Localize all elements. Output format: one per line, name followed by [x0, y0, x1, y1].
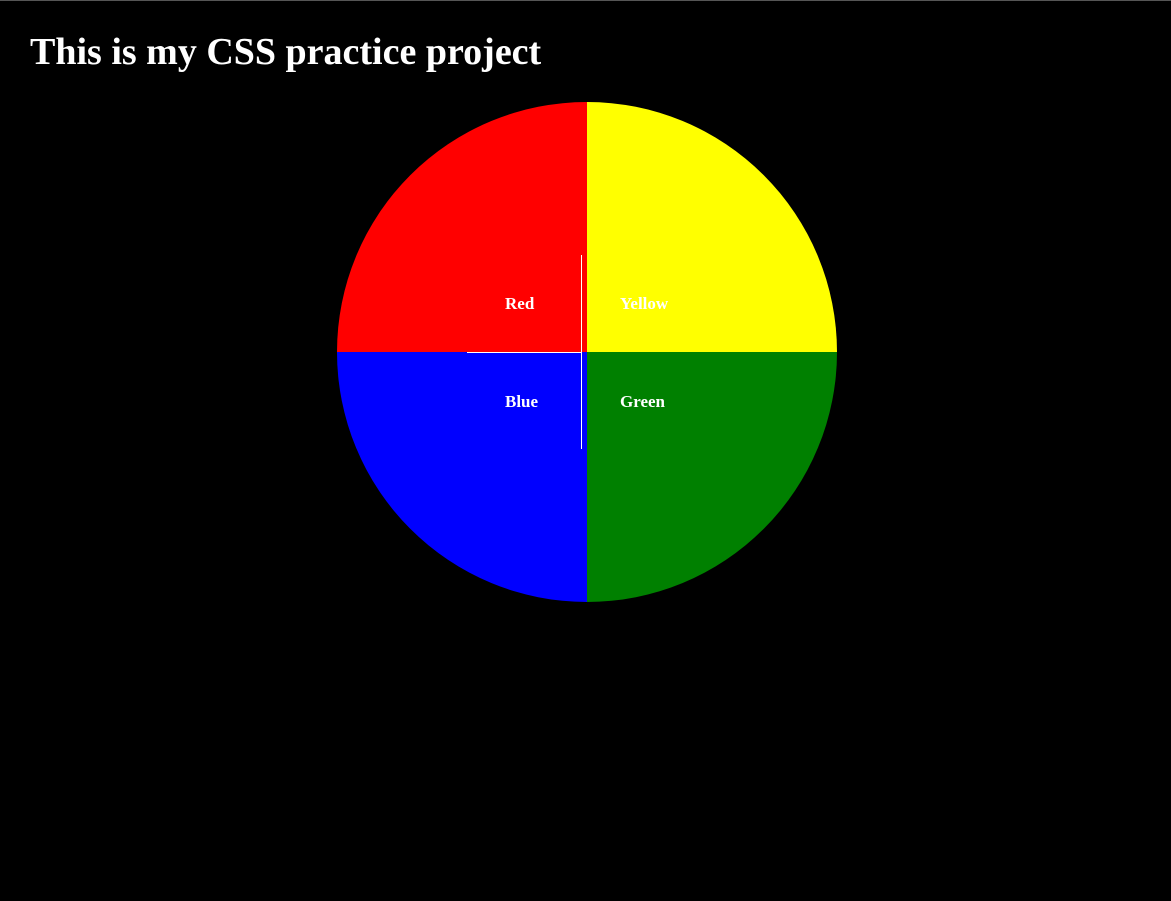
quadrant-green — [587, 352, 837, 602]
page-title: This is my CSS practice project — [30, 31, 542, 73]
quadrant-yellow — [587, 102, 837, 352]
color-circle: Red Yellow Blue Green — [337, 102, 837, 602]
quadrant-red — [337, 102, 587, 352]
vertical-divider-line — [581, 255, 582, 449]
quadrant-label-green: Green — [620, 392, 666, 411]
quadrant-label-red: Red — [505, 294, 535, 313]
quadrant-label-blue: Blue — [505, 392, 539, 411]
quadrant-blue — [337, 352, 587, 602]
quadrant-label-yellow: Yellow — [620, 294, 669, 313]
horizontal-divider-line — [467, 352, 581, 353]
